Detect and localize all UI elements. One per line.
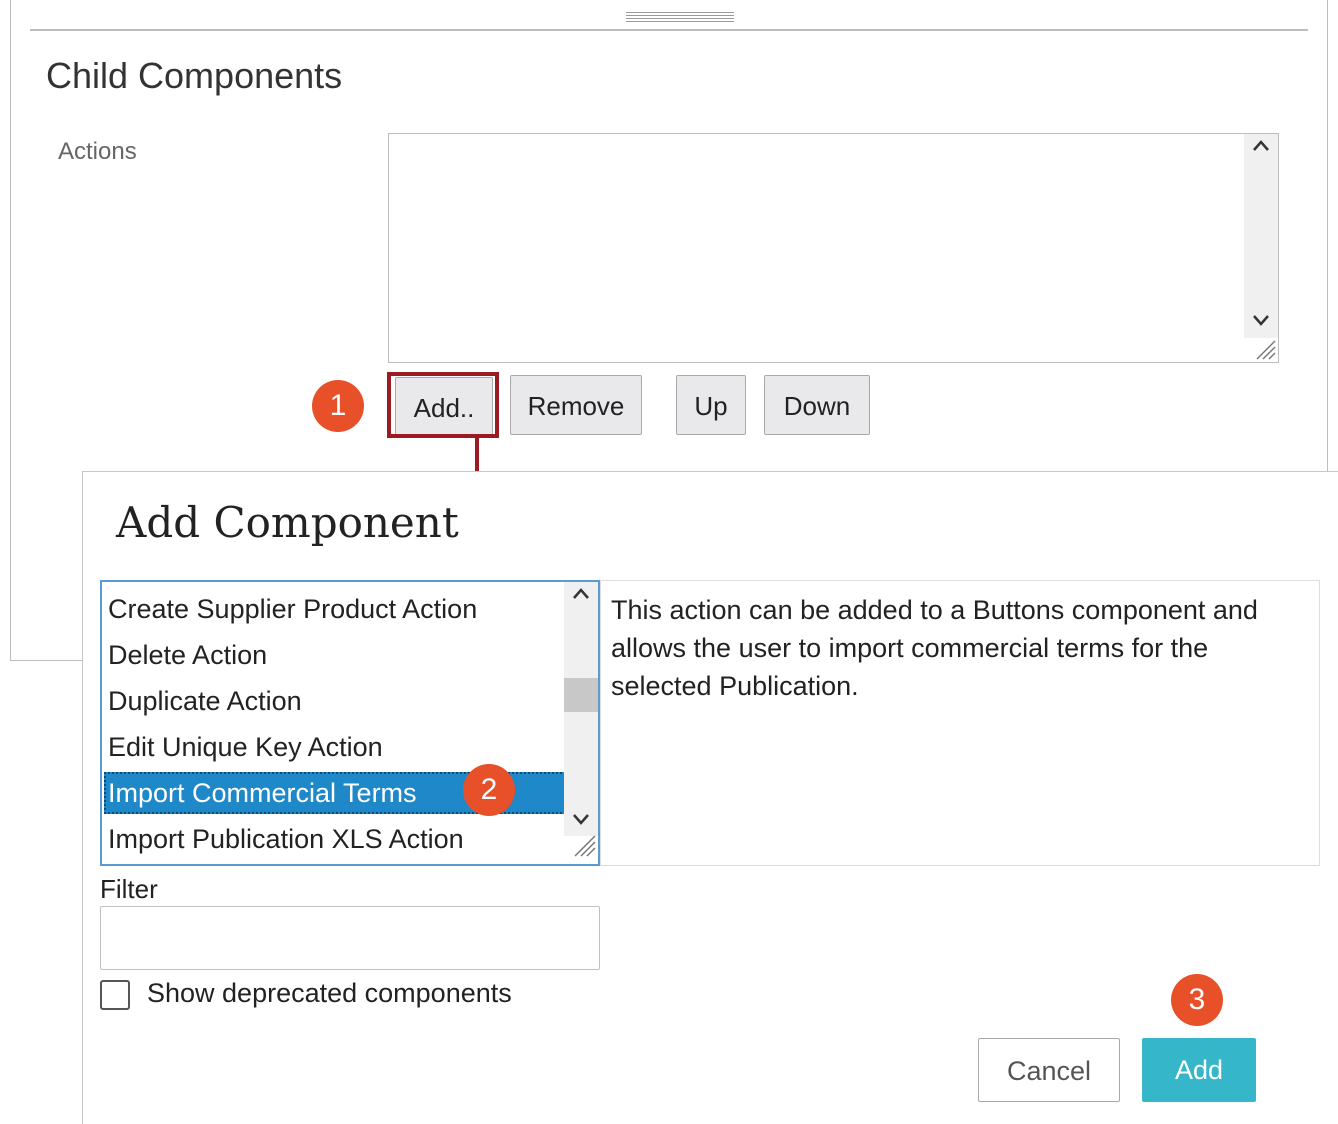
chevron-up-icon[interactable] xyxy=(571,586,591,607)
component-list[interactable]: Create Supplier Product Action Delete Ac… xyxy=(100,580,600,866)
scrollbar-thumb[interactable] xyxy=(564,678,598,712)
step-3-badge: 3 xyxy=(1171,974,1223,1026)
down-button[interactable]: Down xyxy=(764,375,870,435)
top-divider xyxy=(30,29,1308,31)
chevron-down-icon[interactable] xyxy=(571,811,591,832)
list-item[interactable]: Import Publication XLS Action xyxy=(108,818,464,860)
section-title: Child Components xyxy=(46,55,343,96)
filter-label: Filter xyxy=(100,874,158,904)
list-item[interactable]: Delete Action xyxy=(108,634,267,676)
resize-handle-icon[interactable] xyxy=(1254,338,1276,360)
component-list-scrollbar[interactable] xyxy=(564,582,598,836)
filter-input[interactable] xyxy=(100,906,600,970)
add-button[interactable]: Add xyxy=(1142,1038,1256,1102)
show-deprecated-checkbox[interactable] xyxy=(100,980,130,1010)
step-2-badge: 2 xyxy=(463,764,515,816)
list-item[interactable]: Duplicate Action xyxy=(108,680,302,722)
actions-list[interactable] xyxy=(388,133,1279,363)
list-item[interactable]: Edit Unique Key Action xyxy=(108,726,383,768)
show-deprecated-label[interactable]: Show deprecated components xyxy=(147,978,512,1009)
actions-label: Actions xyxy=(58,138,137,165)
add-button-highlight xyxy=(387,372,499,438)
dialog-title: Add Component xyxy=(116,498,459,547)
add-component-dialog: Add Component Create Supplier Product Ac… xyxy=(82,471,1338,1124)
panel-resize-grip[interactable] xyxy=(626,12,734,26)
up-button[interactable]: Up xyxy=(676,375,746,435)
chevron-up-icon[interactable] xyxy=(1244,136,1278,164)
step-1-badge: 1 xyxy=(312,380,364,432)
chevron-down-icon[interactable] xyxy=(1244,310,1278,338)
list-item[interactable]: Create Supplier Product Action xyxy=(108,588,477,630)
cancel-button[interactable]: Cancel xyxy=(978,1038,1120,1102)
actions-scrollbar[interactable] xyxy=(1244,134,1278,338)
component-description: This action can be added to a Buttons co… xyxy=(600,580,1320,866)
resize-handle-icon[interactable] xyxy=(572,833,596,862)
remove-button[interactable]: Remove xyxy=(510,375,642,435)
